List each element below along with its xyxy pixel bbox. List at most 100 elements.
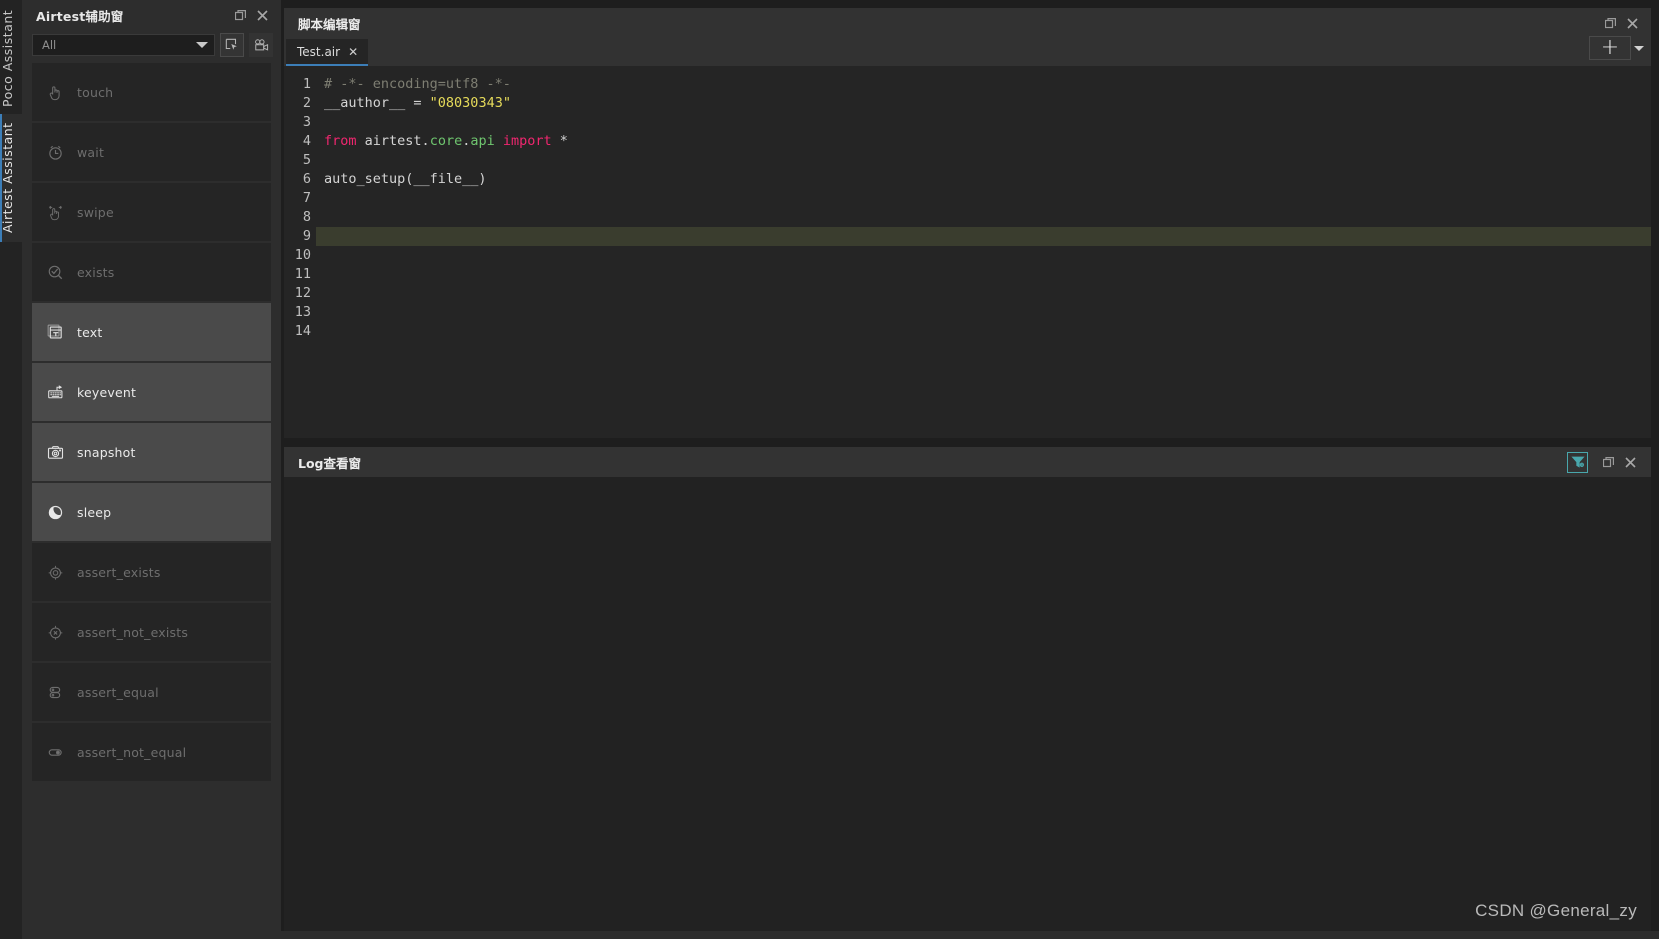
command-item-sleep[interactable]: sleep: [32, 483, 271, 541]
airtest-ide-window: Poco Assistant Airtest Assistant Airtest…: [0, 0, 1659, 939]
command-item-assert-not-equal[interactable]: assert_not_equal: [32, 723, 271, 781]
command-item-keyevent-label: keyevent: [77, 384, 137, 400]
file-tab-test-air[interactable]: Test.air ✕: [286, 39, 369, 66]
command-item-touch[interactable]: touch: [32, 63, 271, 121]
screenshot-select-button[interactable]: [220, 33, 244, 57]
line-number: 3: [302, 114, 311, 130]
bottom-strip: [22, 931, 1659, 939]
restore-icon: [1604, 17, 1616, 28]
script-editor-restore-button[interactable]: [1599, 12, 1621, 34]
target-x-icon: [46, 623, 65, 642]
add-script-button[interactable]: +: [1589, 36, 1631, 60]
command-item-wait[interactable]: wait: [32, 123, 271, 181]
vertical-tab-airtest-assistant[interactable]: Airtest Assistant: [0, 114, 22, 242]
vertical-tab-airtest-assistant-label: Airtest Assistant: [0, 122, 15, 234]
command-item-snapshot[interactable]: snapshot: [32, 423, 271, 481]
command-list: touch wait swipe exists text keyevent sn…: [22, 60, 281, 860]
watermark-text: CSDN @General_zy: [1475, 901, 1637, 920]
close-icon: [1626, 17, 1638, 29]
close-icon: [1624, 456, 1636, 468]
command-item-exists[interactable]: exists: [32, 243, 271, 301]
chevron-down-icon: [196, 42, 208, 48]
code-line: __author__ = "08030343": [324, 94, 1651, 113]
code-line: # -*- encoding=utf8 -*-: [324, 75, 1651, 94]
tab-actions: +: [1589, 36, 1647, 60]
log-viewer-close-button[interactable]: [1619, 451, 1641, 473]
log-viewer-body[interactable]: CSDN @General_zy: [284, 477, 1651, 931]
command-item-snapshot-label: snapshot: [77, 444, 136, 460]
screenshot-select-icon: [225, 38, 237, 50]
command-item-sleep-label: sleep: [77, 504, 112, 520]
code-token: *: [559, 133, 568, 149]
log-viewer-header: Log查看窗: [284, 447, 1651, 477]
command-item-swipe-label: swipe: [77, 204, 114, 220]
command-item-touch-label: touch: [77, 84, 114, 100]
log-filter-button[interactable]: [1567, 451, 1588, 473]
code-token: "08030343": [429, 95, 511, 111]
code-token: import: [502, 133, 560, 149]
command-item-assert-not-exists[interactable]: assert_not_exists: [32, 603, 271, 661]
file-tab-close-icon[interactable]: ✕: [348, 46, 358, 58]
record-button[interactable]: [249, 33, 273, 57]
code-line: from airtest.core.api import *: [324, 132, 1651, 151]
script-editor-header: 脚本编辑窗: [284, 8, 1651, 38]
airtest-panel-toolbar: All: [22, 30, 281, 60]
code-token: # -*- encoding=utf8 -*-: [324, 76, 511, 92]
airtest-assistant-panel: Airtest辅助窗 All touch wait swipe exists t…: [22, 0, 282, 939]
command-item-assert-exists[interactable]: assert_exists: [32, 543, 271, 601]
code-editor[interactable]: 1 2 3 4 5 6 7 8 9 10 11 12 13 14 # -*- encoding=utf8 …: [284, 66, 1651, 438]
not-equal-stack-icon: [46, 743, 65, 762]
line-number: 4: [302, 133, 311, 149]
command-filter-select[interactable]: All: [32, 34, 215, 56]
command-item-keyevent[interactable]: keyevent: [32, 363, 271, 421]
add-script-dropdown-button[interactable]: [1631, 36, 1647, 60]
record-camera-icon: [254, 39, 268, 51]
vertical-tab-poco-assistant[interactable]: Poco Assistant: [0, 2, 22, 114]
line-number: 6: [302, 171, 311, 187]
equal-stack-icon: [46, 683, 65, 702]
script-editor-close-button[interactable]: [1621, 12, 1643, 34]
log-viewer-restore-button[interactable]: [1597, 451, 1619, 473]
line-number-gutter: 1 2 3 4 5 6 7 8 9 10 11 12 13 14: [284, 66, 316, 438]
code-token: .: [421, 133, 430, 149]
restore-icon: [1602, 456, 1614, 467]
right-area: 脚本编辑窗 Test.air ✕ + 1 2 3 4 5 6 7 8 9 10 …: [282, 0, 1659, 939]
line-number: 7: [302, 190, 311, 206]
code-token: airtest: [364, 133, 422, 149]
airtest-panel-filler: [22, 860, 281, 939]
command-item-swipe[interactable]: swipe: [32, 183, 271, 241]
code-token: api: [470, 133, 503, 149]
line-number: 1: [302, 76, 311, 92]
code-content[interactable]: # -*- encoding=utf8 -*- __author__ = "080…: [316, 66, 1651, 438]
code-token: __author__ =: [324, 95, 430, 111]
code-line: auto_setup(__file__): [324, 170, 1651, 189]
command-item-assert-equal[interactable]: assert_equal: [32, 663, 271, 721]
command-filter-value: All: [42, 38, 57, 52]
chevron-down-icon: [1634, 45, 1644, 51]
vertical-tab-rail: Poco Assistant Airtest Assistant: [0, 0, 22, 939]
line-number: 5: [302, 152, 311, 168]
clock-icon: [46, 143, 65, 162]
check-circle-icon: [46, 263, 65, 282]
command-item-text[interactable]: text: [32, 303, 271, 361]
line-number: 10: [294, 247, 311, 263]
line-number: 12: [294, 285, 311, 301]
log-viewer-title: Log查看窗: [298, 455, 362, 471]
code-token: from: [324, 133, 365, 149]
camera-icon: [46, 443, 65, 462]
line-number: 9: [302, 228, 311, 244]
airtest-panel-restore-button[interactable]: [229, 4, 251, 26]
airtest-panel-close-button[interactable]: [251, 4, 273, 26]
text-input-icon: [46, 323, 65, 342]
script-editor-title: 脚本编辑窗: [298, 16, 361, 32]
close-icon: [256, 9, 268, 21]
hand-swipe-icon: [46, 203, 65, 222]
add-script-button-label: +: [1600, 35, 1620, 60]
